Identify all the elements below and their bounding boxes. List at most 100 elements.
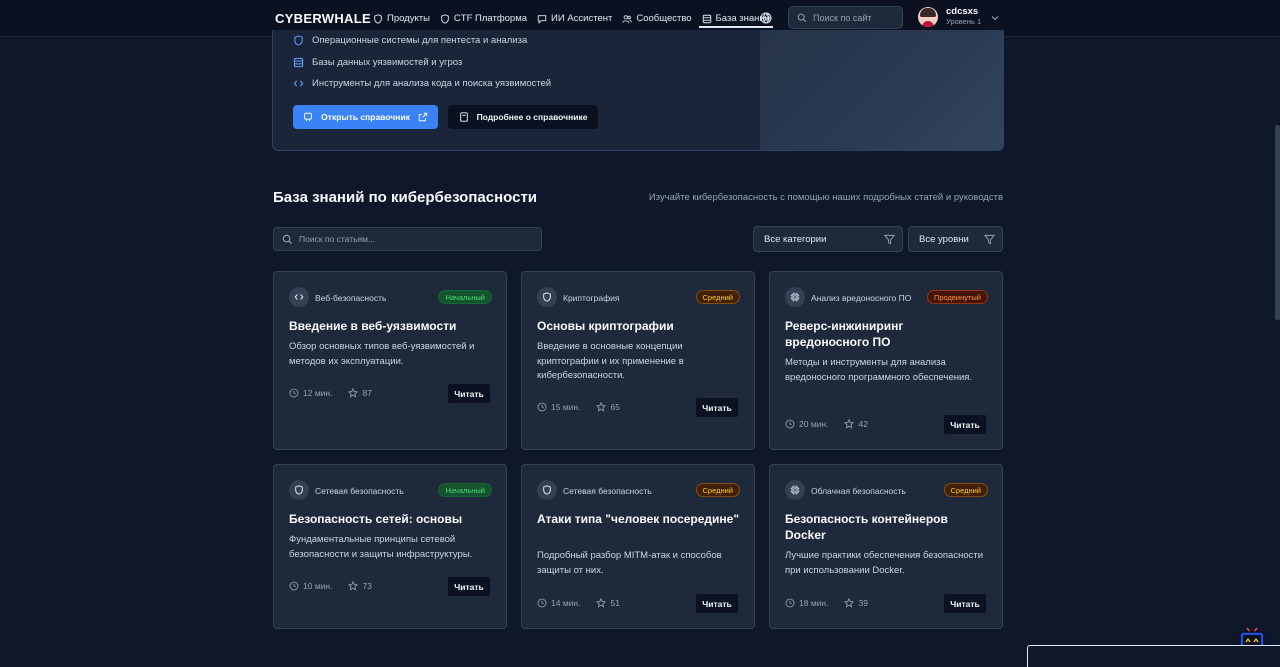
site-logo[interactable]: CYBERWHALE <box>275 11 371 26</box>
code-icon <box>294 294 304 300</box>
category-filter-select[interactable]: Все категории <box>753 226 903 252</box>
read-time: 15 мин. <box>551 402 581 412</box>
card-category: Криптография <box>563 293 620 303</box>
user-level: Уровень 1 <box>946 17 982 26</box>
search-placeholder: Поиск по сайт <box>813 12 872 23</box>
shield-icon <box>374 13 382 24</box>
shield-icon <box>294 35 303 46</box>
reference-details-label: Подробнее о справочнике <box>476 112 588 122</box>
star-icon <box>596 598 607 608</box>
level-badge: Средний <box>695 290 740 304</box>
clock-icon <box>289 581 299 591</box>
card-meta: 20 мин. 42 <box>785 419 868 429</box>
card-title[interactable]: Атаки типа "человек посередине" <box>537 511 742 527</box>
read-time: 10 мин. <box>303 581 333 591</box>
card-description: Подробный разбор MITM-атак и способов за… <box>537 550 722 576</box>
chat-widget-panel[interactable] <box>1027 645 1280 667</box>
level-badge: Средний <box>695 483 740 497</box>
read-button[interactable]: Читать <box>447 576 491 597</box>
card-meta: 14 мин. 51 <box>537 598 620 608</box>
clock-icon <box>537 402 547 412</box>
code-icon <box>293 80 304 87</box>
promo-bullet-text: Базы данных уязвимостей и угроз <box>312 57 463 68</box>
level-badge: Начальный <box>438 483 492 497</box>
article-card[interactable]: Криптография Средний Основы криптографии… <box>521 271 755 450</box>
search-icon <box>797 13 807 22</box>
filter-icon <box>884 234 895 245</box>
article-card[interactable]: Облачная безопасность Средний Безопаснос… <box>769 464 1003 629</box>
article-card[interactable]: Веб-безопасность Начальный Введение в ве… <box>273 271 507 450</box>
user-menu[interactable]: cdcsxs Уровень 1 <box>918 6 999 27</box>
star-icon <box>596 402 607 412</box>
promo-image-panel <box>760 30 1003 150</box>
read-time: 20 мин. <box>799 419 829 429</box>
user-name: cdcsxs <box>946 6 979 17</box>
card-category: Анализ вредоносного ПО <box>811 293 912 303</box>
nav-label: Продукты <box>387 13 430 24</box>
card-description: Методы и инструменты для анализа вредоно… <box>785 357 973 383</box>
reference-details-button[interactable]: Подробнее о справочнике <box>448 105 598 129</box>
rating: 73 <box>362 581 372 591</box>
card-icon-wrap <box>785 480 805 500</box>
star-icon <box>348 581 359 591</box>
card-category: Веб-безопасность <box>315 293 387 303</box>
star-icon <box>844 419 855 429</box>
level-badge: Начальный <box>438 290 492 304</box>
chevron-down-icon[interactable] <box>991 14 999 22</box>
read-button[interactable]: Читать <box>447 383 491 404</box>
clock-icon <box>785 419 795 429</box>
card-category: Сетевая безопасность <box>563 486 652 496</box>
users-icon <box>622 14 632 23</box>
card-category: Облачная безопасность <box>811 486 906 496</box>
globe-icon[interactable] <box>760 12 772 24</box>
card-title[interactable]: Основы криптографии <box>537 318 742 334</box>
card-meta: 15 мин. 65 <box>537 402 620 412</box>
database-icon <box>702 14 711 23</box>
card-description: Лучшие практики обеспечения безопасности… <box>785 550 984 576</box>
open-reference-label: Открыть справочник <box>321 112 410 122</box>
avatar[interactable] <box>918 6 938 27</box>
article-card[interactable]: Сетевая безопасность Средний Атаки типа … <box>521 464 755 629</box>
shield-icon <box>441 13 449 24</box>
level-filter-select[interactable]: Все уровни <box>908 226 1003 252</box>
read-button[interactable]: Читать <box>695 397 739 418</box>
shield-icon <box>543 292 551 302</box>
read-time: 14 мин. <box>551 598 581 608</box>
card-description: Введение в основные концепции криптограф… <box>537 341 684 381</box>
clock-icon <box>785 598 795 608</box>
read-time: 12 мин. <box>303 388 333 398</box>
nav-label: Сообщество <box>636 13 692 24</box>
rating: 39 <box>858 598 868 608</box>
chip-icon <box>790 292 800 302</box>
article-search-placeholder: Поиск по статьям... <box>299 234 376 244</box>
level-filter-value: Все уровни <box>919 233 969 245</box>
page-scrollbar[interactable] <box>1275 125 1280 320</box>
article-card[interactable]: Анализ вредоносного ПО Продвинутый Ревер… <box>769 271 1003 450</box>
article-search-input[interactable]: Поиск по статьям... <box>273 227 542 251</box>
promo-bullet-text: Инструменты для анализа кода и поиска уя… <box>312 78 552 89</box>
promo-bullet: Операционные системы для пентеста и анал… <box>293 35 527 46</box>
article-card[interactable]: Сетевая безопасность Начальный Безопасно… <box>273 464 507 629</box>
card-meta: 18 мин. 39 <box>785 598 868 608</box>
reference-promo-card: Операционные системы для пентеста и анал… <box>272 30 1004 151</box>
clock-icon <box>289 388 299 398</box>
card-title[interactable]: Безопасность контейнеров Docker <box>785 511 990 543</box>
read-button[interactable]: Читать <box>943 593 987 614</box>
card-title[interactable]: Безопасность сетей: основы <box>289 511 494 527</box>
section-subtitle: Изучайте кибербезопасность с помощью наш… <box>648 192 1003 203</box>
card-title[interactable]: Введение в веб-уязвимости <box>289 318 494 334</box>
section-title: База знаний по кибербезопасности <box>273 189 538 206</box>
card-category: Сетевая безопасность <box>315 486 404 496</box>
promo-bullet: Базы данных уязвимостей и угроз <box>293 57 462 68</box>
read-button[interactable]: Читать <box>695 593 739 614</box>
rating: 87 <box>362 388 372 398</box>
read-button[interactable]: Читать <box>943 414 987 435</box>
card-title[interactable]: Реверс-инжиниринг вредоносного ПО <box>785 318 990 350</box>
card-meta: 12 мин. 87 <box>289 388 372 398</box>
site-search-input[interactable]: Поиск по сайт <box>788 6 903 29</box>
open-reference-button[interactable]: Открыть справочник <box>293 105 438 129</box>
star-icon <box>348 388 359 398</box>
shield-icon <box>295 485 303 495</box>
card-icon-wrap <box>537 480 557 500</box>
card-description: Фундаментальные принципы сетевой безопас… <box>289 534 473 560</box>
